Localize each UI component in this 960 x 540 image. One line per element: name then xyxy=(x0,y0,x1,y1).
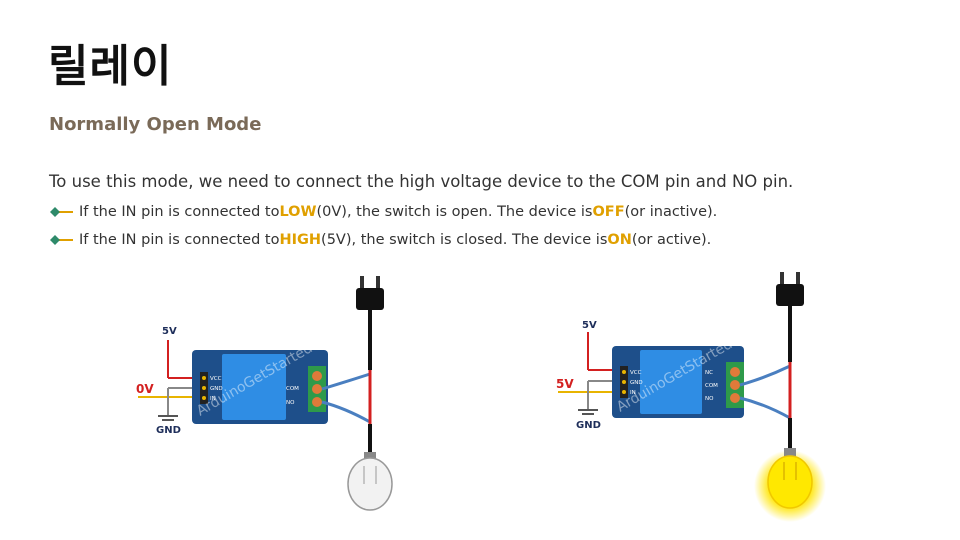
intro-text: To use this mode, we need to connect the… xyxy=(49,172,794,191)
diamond-arrow-icon xyxy=(50,207,73,217)
level-high: HIGH xyxy=(279,232,322,248)
section-subtitle: Normally Open Mode xyxy=(49,114,262,135)
ground-label: GND xyxy=(156,425,181,436)
input-label: 0V xyxy=(136,382,154,396)
bulb-on-icon xyxy=(767,455,813,509)
pin-label: VCC xyxy=(210,376,222,382)
plug-icon xyxy=(780,272,784,286)
com-wire xyxy=(321,372,371,391)
bulb-off-icon xyxy=(347,457,393,511)
plug-icon xyxy=(360,276,364,290)
pin-label: COM xyxy=(286,386,299,392)
ground-label: GND xyxy=(576,420,601,431)
bullet-text-post: (or inactive). xyxy=(624,204,718,220)
pin-label: VCC xyxy=(630,370,642,376)
level-low: LOW xyxy=(279,204,317,220)
bullet-text-pre: If the IN pin is connected to xyxy=(79,204,280,220)
bullet-text-mid: (5V), the switch is closed. The device i… xyxy=(321,232,608,248)
pin-label: COM xyxy=(705,383,718,389)
state-off: OFF xyxy=(592,204,625,220)
com-wire xyxy=(739,364,791,387)
no-wire xyxy=(739,396,791,420)
relay-diagram-on: 5V 5V GND VCC GND IN NC COM NO ArduinoGe… xyxy=(556,272,826,522)
plug-icon xyxy=(796,272,800,286)
plug-icon xyxy=(376,276,380,290)
bullet-high: If the IN pin is connected to HIGH (5V),… xyxy=(49,232,711,248)
relay-diagram-off: 5V 0V GND VCC GND IN COM NO ArduinoGetSt… xyxy=(136,276,393,511)
supply-label: 5V xyxy=(162,326,177,337)
page-title: 릴레이 xyxy=(48,41,173,92)
bullet-text-pre: If the IN pin is connected to xyxy=(79,232,280,248)
plug-icon xyxy=(776,284,804,306)
pin-label: NO xyxy=(705,396,714,402)
no-wire xyxy=(321,400,371,424)
bullet-low: If the IN pin is connected to LOW (0V), … xyxy=(49,204,717,220)
pin-label: NC xyxy=(705,370,713,376)
state-on: ON xyxy=(607,232,632,248)
plug-icon xyxy=(356,288,384,310)
supply-label: 5V xyxy=(582,320,597,331)
bullet-text-post: (or active). xyxy=(631,232,712,248)
pin-label: NO xyxy=(286,400,295,406)
diamond-arrow-icon xyxy=(50,235,73,245)
bullet-text-mid: (0V), the switch is open. The device is xyxy=(316,204,593,220)
input-label: 5V xyxy=(556,377,574,391)
